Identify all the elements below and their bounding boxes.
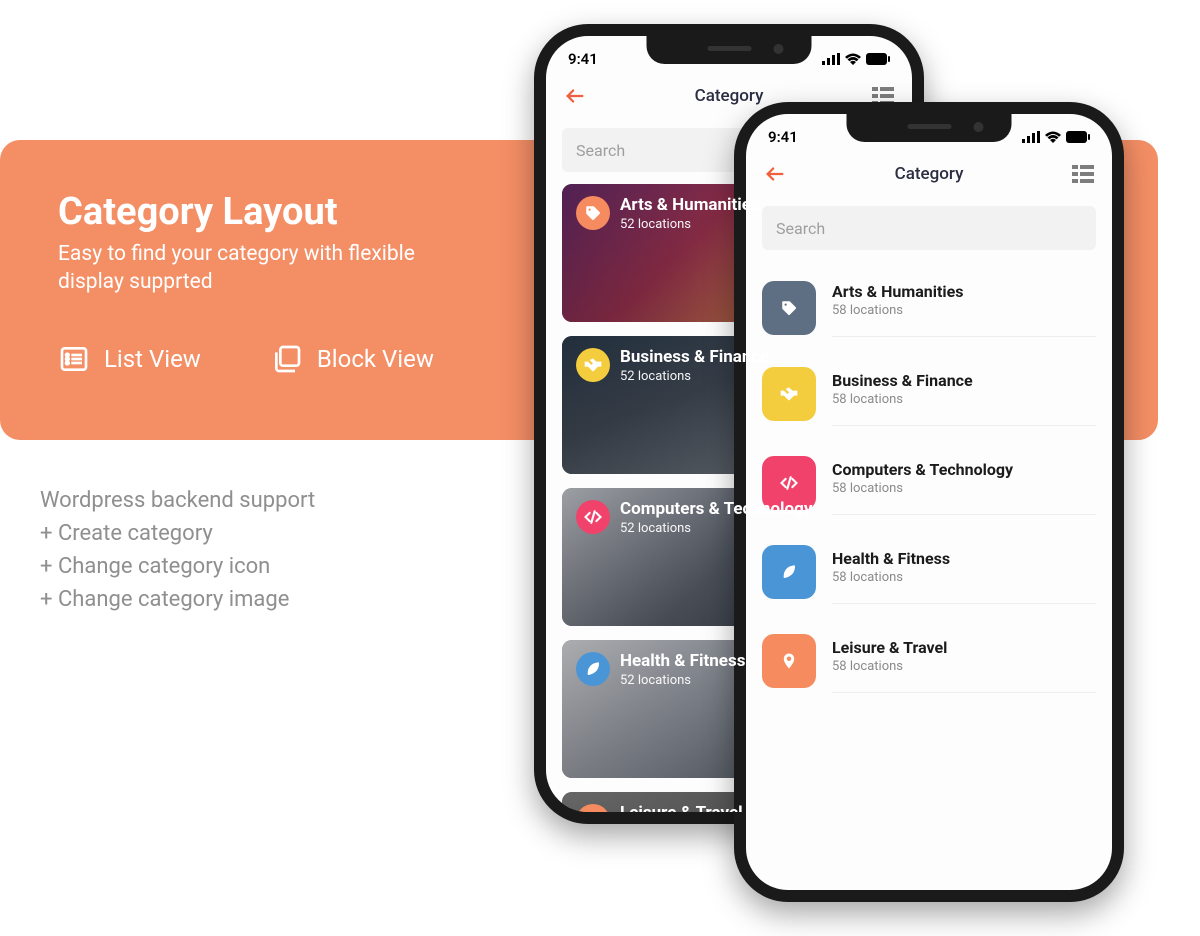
wifi-icon <box>845 53 861 65</box>
category-subtitle: 52 locations <box>620 673 745 688</box>
battery-icon <box>866 53 890 65</box>
block-view-label: Block View <box>317 345 434 373</box>
tag-icon <box>576 196 610 230</box>
back-button[interactable] <box>564 85 586 107</box>
category-row[interactable]: Health & Fitness 58 locations <box>762 527 1096 616</box>
nav-title: Category <box>695 86 764 106</box>
category-title: Leisure & Travel <box>620 804 743 823</box>
list-icon <box>58 343 90 375</box>
handshake-icon <box>576 348 610 382</box>
block-view-option[interactable]: Block View <box>271 343 434 375</box>
status-icons <box>1022 131 1090 143</box>
category-title: Health & Fitness <box>832 549 1096 568</box>
note-line: Wordpress backend support <box>40 484 315 517</box>
leaf-icon <box>762 545 816 599</box>
leaf-icon <box>576 652 610 686</box>
signal-icon <box>822 53 840 65</box>
back-button[interactable] <box>764 163 786 185</box>
category-row[interactable]: Arts & Humanities 58 locations <box>762 266 1096 349</box>
tag-icon <box>762 281 816 335</box>
block-icon <box>271 343 303 375</box>
category-title: Arts & Humanities <box>832 282 1096 301</box>
wifi-icon <box>1045 131 1061 143</box>
nav-title: Category <box>895 164 964 184</box>
nav-bar: Category <box>746 154 1112 194</box>
list-view-label: List View <box>104 345 201 373</box>
signal-icon <box>1022 131 1040 143</box>
category-subtitle: 52 locations <box>620 521 812 536</box>
list-view-option[interactable]: List View <box>58 343 201 375</box>
phone-notch <box>847 114 1012 142</box>
category-subtitle: 58 locations <box>832 570 1096 585</box>
battery-icon <box>1066 131 1090 143</box>
note-line: + Change category icon <box>40 550 315 583</box>
code-icon <box>576 500 610 534</box>
feature-notes: Wordpress backend support + Create categ… <box>40 484 315 616</box>
note-line: + Change category image <box>40 583 315 616</box>
list-category-list[interactable]: Arts & Humanities58 locationsBusiness & … <box>746 262 1112 709</box>
category-subtitle: 58 locations <box>832 481 1096 496</box>
pin-icon <box>576 804 610 824</box>
category-title: Arts & Humanities <box>620 196 760 215</box>
note-line: + Create category <box>40 517 315 550</box>
category-title: Computers & Technology <box>620 500 812 519</box>
search-placeholder: Search <box>576 141 625 160</box>
phone-notch <box>647 36 812 64</box>
category-title: Health & Fitness <box>620 652 745 671</box>
category-title: Business & Finance <box>620 348 769 367</box>
status-time: 9:41 <box>768 128 798 146</box>
category-subtitle: 58 locations <box>832 392 1096 407</box>
category-title: Computers & Technology <box>832 460 1096 479</box>
status-icons <box>822 53 890 65</box>
category-subtitle: 58 locations <box>832 303 1096 318</box>
layout-toggle-button[interactable] <box>1072 165 1094 183</box>
banner-subtitle: Easy to find your category with flexible… <box>58 240 478 297</box>
category-subtitle: 52 locations <box>620 217 760 232</box>
status-time: 9:41 <box>568 50 598 68</box>
category-subtitle: 52 locations <box>620 369 769 384</box>
